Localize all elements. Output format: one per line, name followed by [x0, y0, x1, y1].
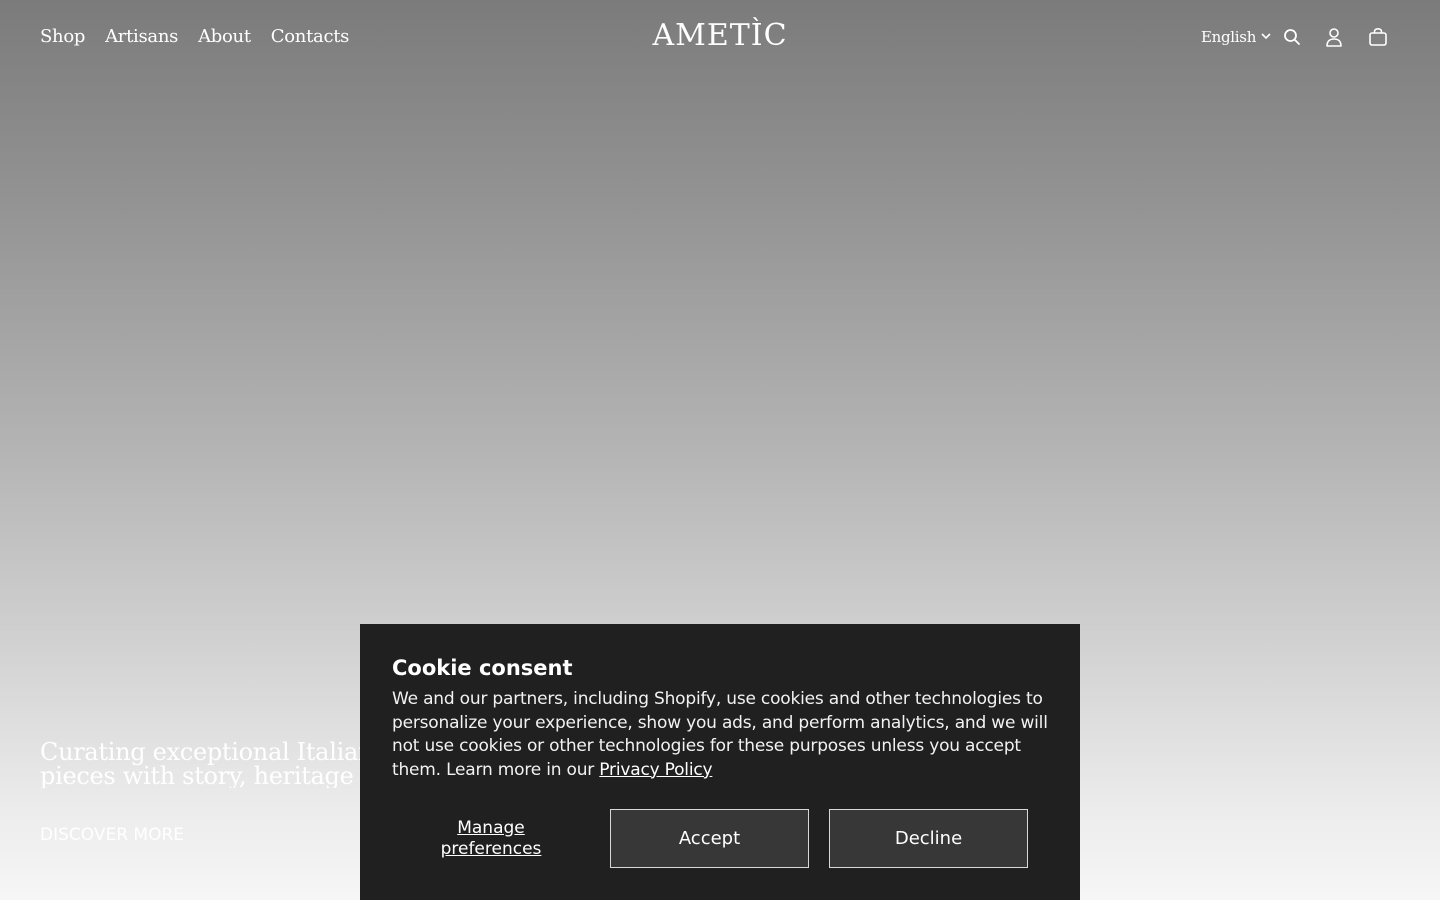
- manage-label-line1: Manage: [457, 817, 525, 838]
- cookie-actions: Manage preferences Accept Decline: [392, 809, 1048, 868]
- discover-more-link[interactable]: DISCOVER MORE: [40, 823, 184, 847]
- cart-icon[interactable]: [1367, 26, 1389, 48]
- decline-button[interactable]: Decline: [829, 809, 1028, 868]
- brand-logo[interactable]: AMETÌC: [620, 16, 820, 56]
- language-label: English: [1201, 28, 1257, 46]
- nav-artisans[interactable]: Artisans: [105, 24, 178, 50]
- hero-tagline: Curating exceptional Italian c pieces wi…: [40, 740, 380, 788]
- main-nav: Shop Artisans About Contacts: [40, 24, 349, 50]
- manage-preferences-button[interactable]: Manage preferences: [392, 809, 590, 868]
- accept-button[interactable]: Accept: [610, 809, 809, 868]
- chevron-down-icon: [1260, 26, 1272, 48]
- hero-tagline-line1: Curating exceptional Italian c: [40, 740, 380, 766]
- cookie-body-text: We and our partners, including Shopify, …: [392, 689, 1048, 780]
- search-icon[interactable]: [1281, 26, 1303, 48]
- language-selector[interactable]: English: [1201, 26, 1272, 48]
- nav-about[interactable]: About: [198, 24, 251, 50]
- cookie-description: We and our partners, including Shopify, …: [392, 688, 1052, 782]
- cookie-consent-banner: Cookie consent We and our partners, incl…: [360, 624, 1080, 900]
- cookie-title: Cookie consent: [392, 656, 573, 680]
- manage-label-line2: preferences: [440, 838, 542, 859]
- nav-contacts[interactable]: Contacts: [271, 24, 350, 50]
- account-icon[interactable]: [1323, 26, 1345, 48]
- hero-tagline-line2: pieces with story, heritage and: [40, 762, 380, 788]
- nav-shop[interactable]: Shop: [40, 24, 85, 50]
- site-header: Shop Artisans About Contacts AMETÌC Engl…: [0, 0, 1440, 74]
- privacy-policy-link[interactable]: Privacy Policy: [599, 760, 712, 780]
